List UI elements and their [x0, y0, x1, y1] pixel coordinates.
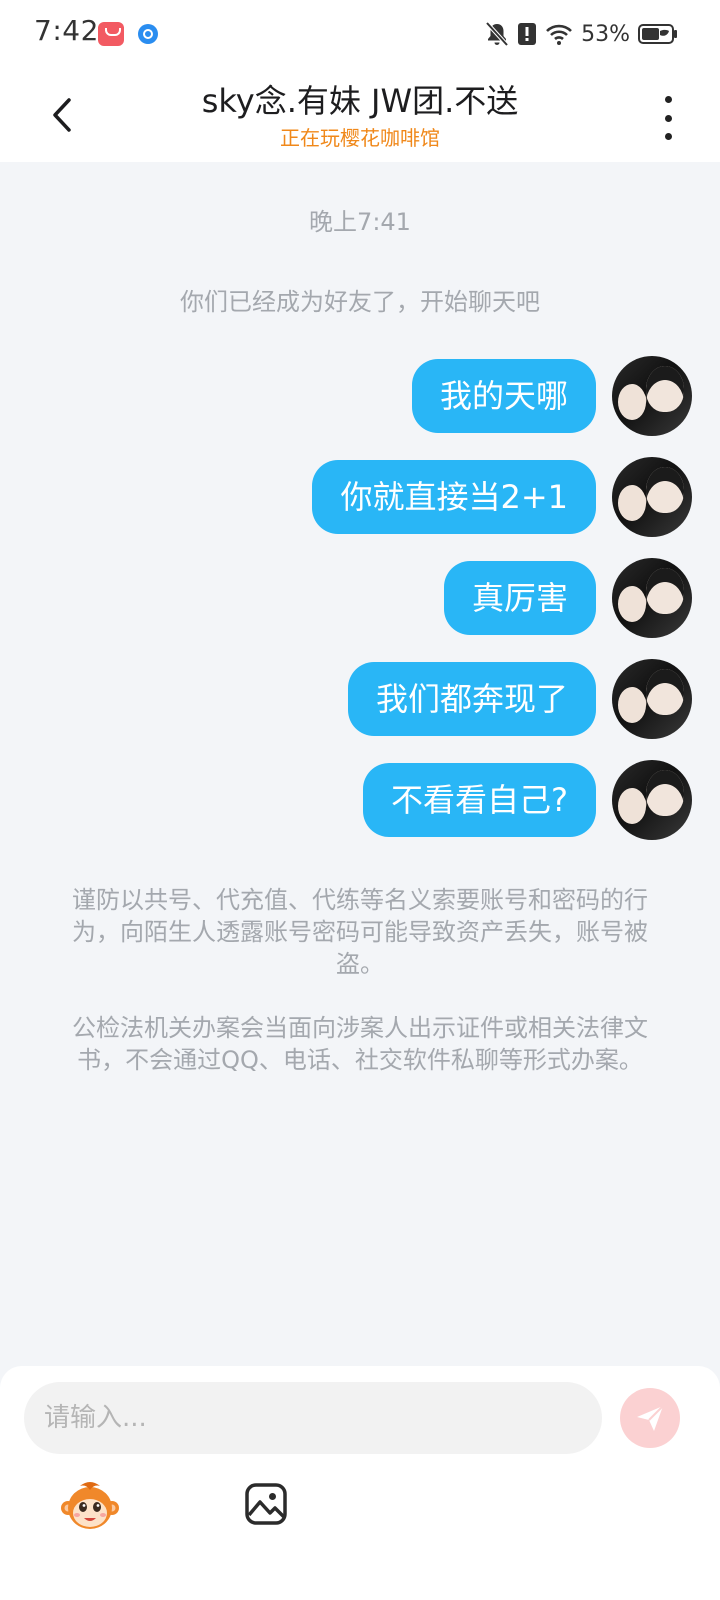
message-timestamp: 晚上7:41	[309, 208, 411, 236]
send-button[interactable]	[620, 1388, 680, 1448]
message-row: 你就直接当2+1	[312, 457, 692, 537]
security-notice: 谨防以共号、代充值、代练等名义索要账号和密码的行为，向陌生人透露账号密码可能导致…	[72, 886, 648, 978]
monkey-emoji-icon	[61, 1482, 119, 1529]
avatar[interactable]	[612, 558, 692, 638]
send-icon	[637, 1405, 664, 1431]
image-button[interactable]	[244, 1482, 288, 1526]
message-row: 不看看自己?	[363, 760, 692, 840]
message-row: 我们都奔现了	[347, 659, 692, 739]
more-options-button[interactable]	[658, 96, 678, 140]
message-row: 真厉害	[443, 558, 692, 638]
browser-app-icon	[138, 24, 158, 44]
bell-off-icon	[485, 21, 509, 47]
avatar[interactable]	[612, 760, 692, 840]
avatar[interactable]	[612, 659, 692, 739]
avatar[interactable]	[612, 356, 692, 436]
battery-icon	[638, 24, 677, 44]
message-bubble[interactable]: 我的天哪	[411, 359, 596, 433]
message-row: 我的天哪	[411, 356, 692, 436]
more-dot-icon	[664, 96, 672, 103]
alert-icon	[518, 23, 537, 45]
more-dot-icon	[664, 114, 672, 122]
message-bubble[interactable]: 不看看自己?	[363, 763, 596, 837]
emoji-button[interactable]	[60, 1478, 120, 1532]
composer-bar	[0, 1366, 720, 1600]
chat-header: sky念.有妹 JW团.不送 正在玩樱花咖啡馆	[0, 70, 720, 162]
wifi-icon	[546, 24, 573, 45]
more-dot-icon	[664, 133, 672, 140]
avatar[interactable]	[612, 457, 692, 537]
security-notice: 公检法机关办案会当面向涉案人出示证件或相关法律文书，不会通过QQ、电话、社交软件…	[72, 1014, 648, 1074]
chat-subtitle: 正在玩樱花咖啡馆	[280, 126, 440, 150]
message-bubble[interactable]: 我们都奔现了	[347, 662, 596, 736]
message-bubble[interactable]: 真厉害	[443, 561, 596, 635]
status-time: 7:42	[34, 14, 99, 47]
system-message: 你们已经成为好友了，开始聊天吧	[180, 288, 540, 316]
image-icon	[245, 1483, 287, 1525]
status-indicators: 53%	[485, 18, 678, 50]
shopping-app-icon	[98, 22, 124, 46]
message-bubble[interactable]: 你就直接当2+1	[312, 460, 596, 534]
chat-title: sky念.有妹 JW团.不送	[201, 82, 519, 120]
status-bar: 7:42 53%	[0, 0, 720, 70]
battery-percent: 53%	[581, 21, 630, 47]
message-input[interactable]	[24, 1382, 602, 1454]
